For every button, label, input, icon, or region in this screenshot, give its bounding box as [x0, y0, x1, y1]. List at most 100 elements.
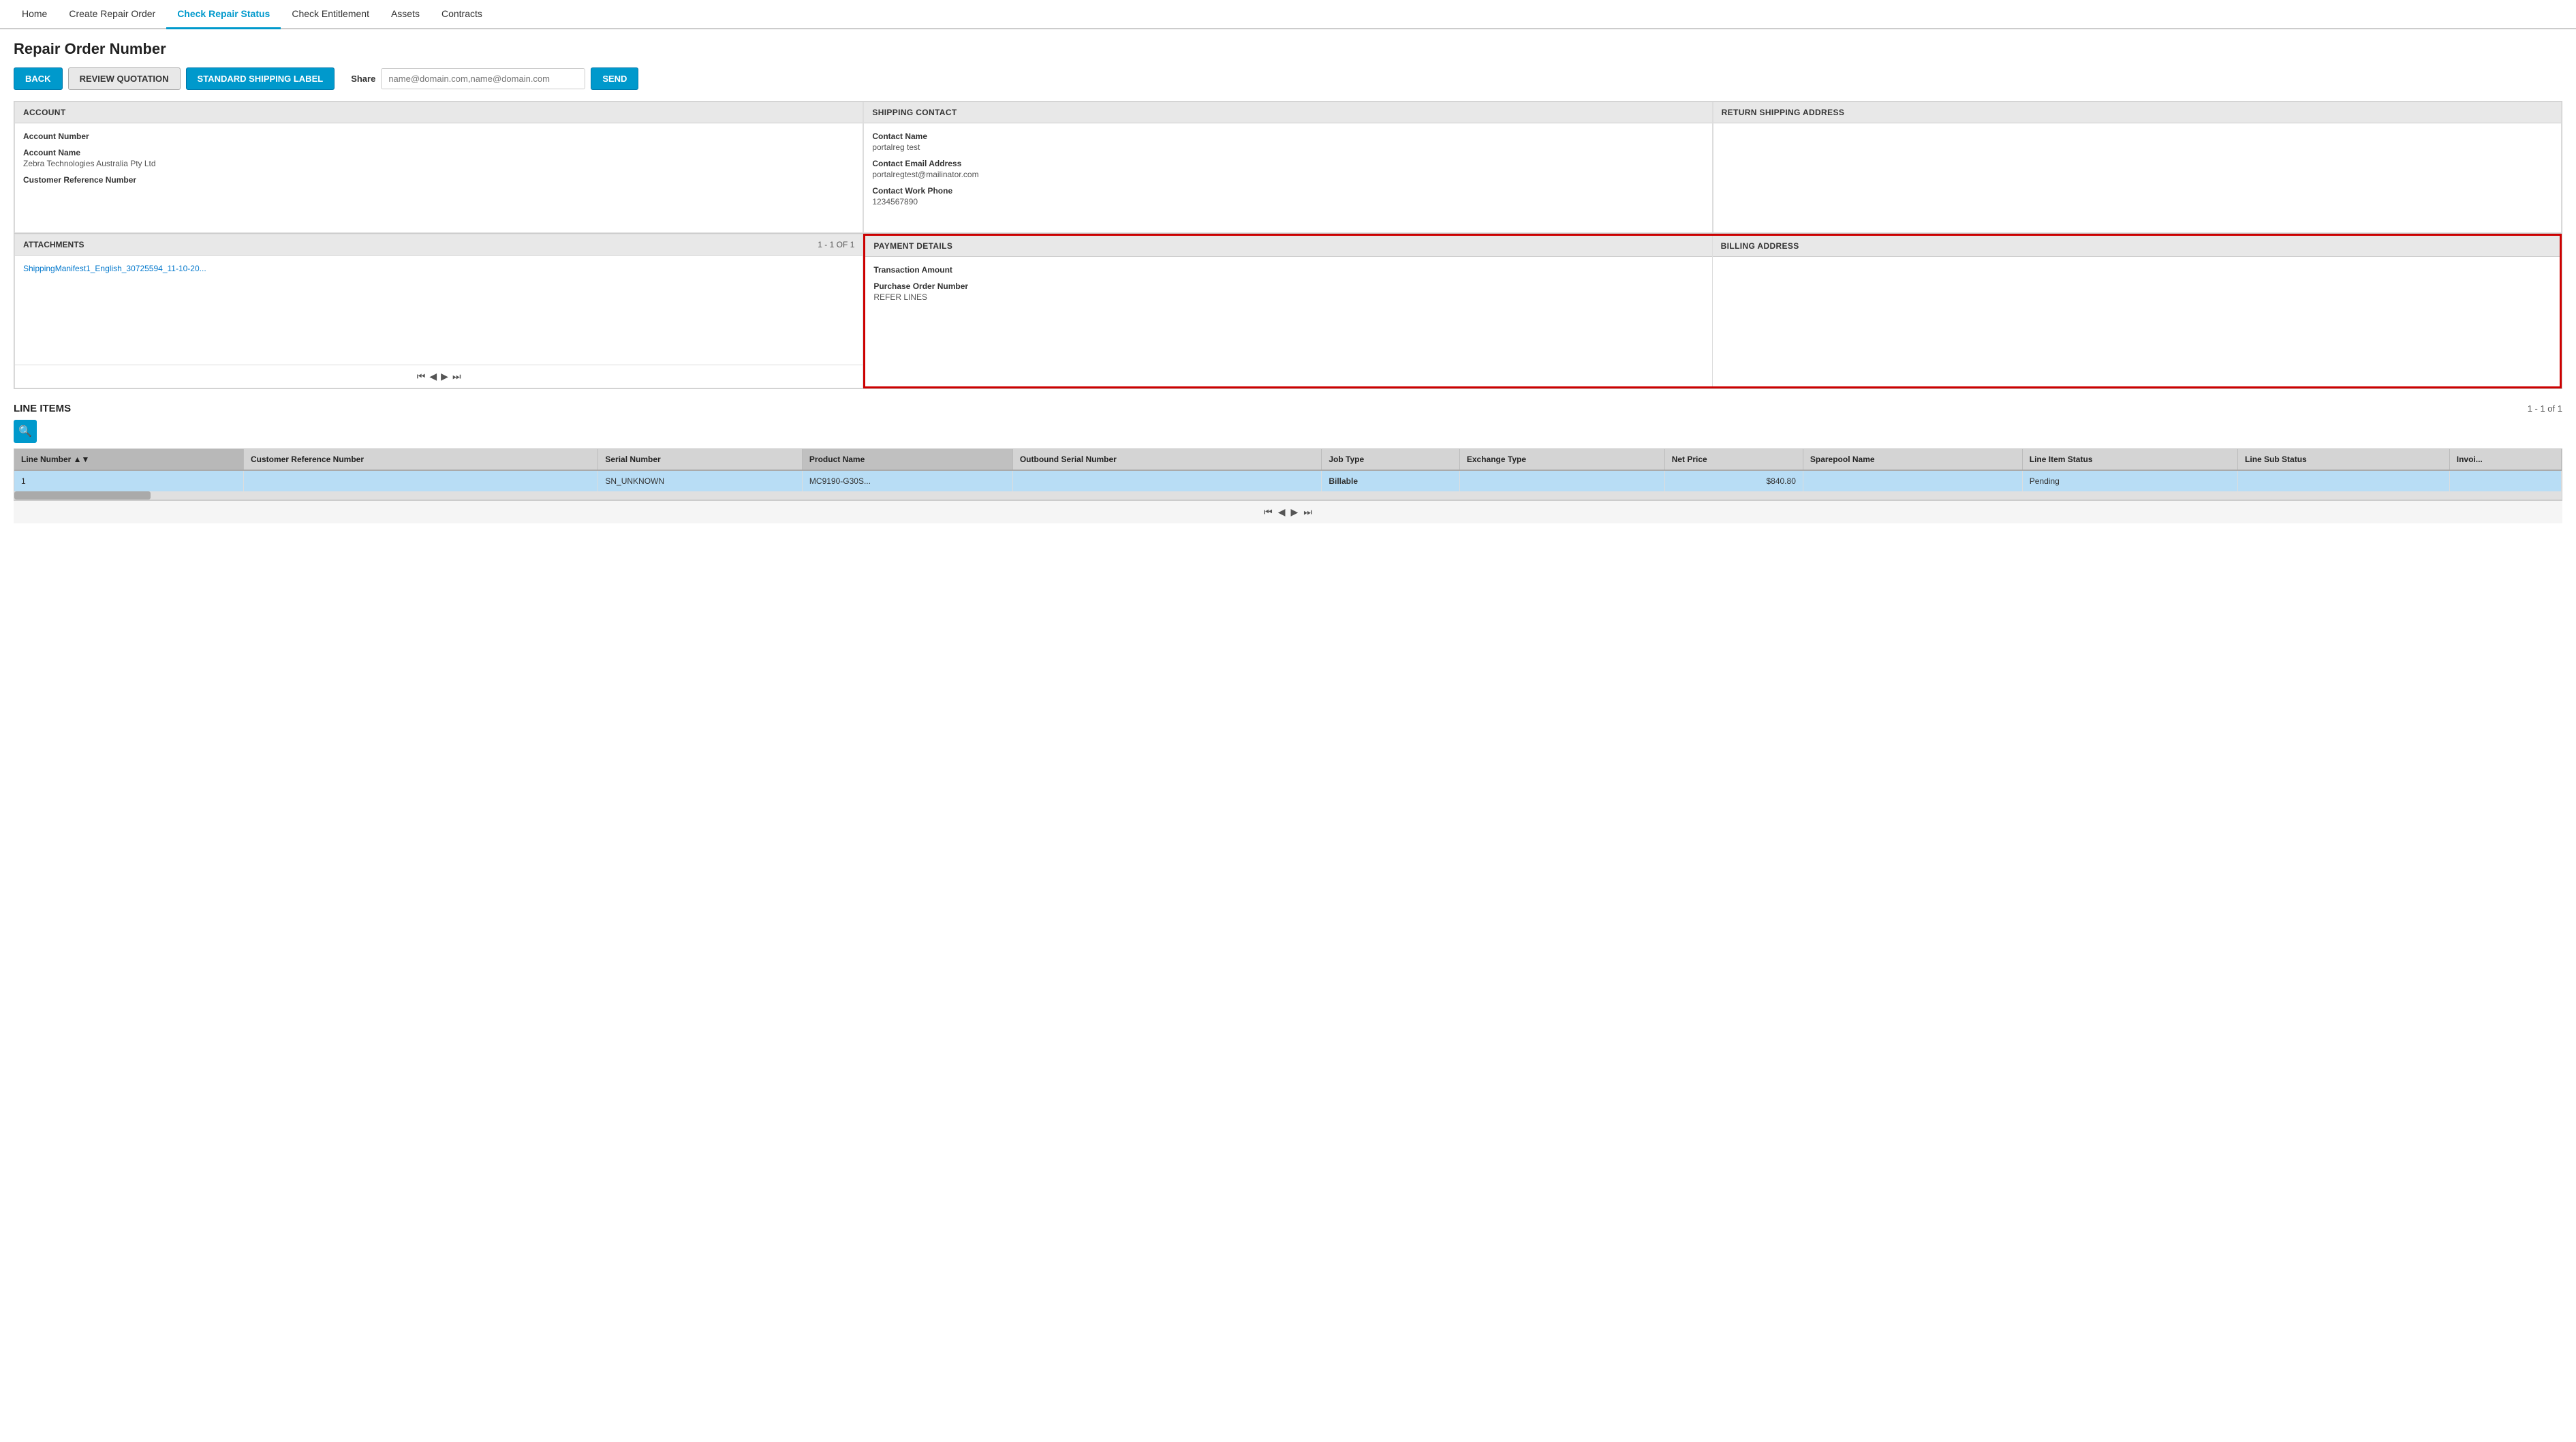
table-cell-invoice: [2449, 470, 2561, 492]
attach-first-btn[interactable]: ⏮: [417, 371, 426, 382]
return-shipping-body: [1713, 123, 2561, 232]
field-value: 1234567890: [872, 197, 1703, 206]
attachments-section: ATTACHMENTS 1 - 1 of 1 ShippingManifest1…: [14, 234, 863, 388]
attachments-title: ATTACHMENTS: [23, 240, 84, 249]
table-cell-line-sub-status: [2238, 470, 2450, 492]
attachments-header: ATTACHMENTS 1 - 1 of 1: [15, 234, 863, 256]
attach-next-btn[interactable]: ▶: [441, 371, 448, 382]
return-shipping-section: RETURN SHIPPING ADDRESS: [1713, 102, 2562, 233]
field-value: REFER LINES: [873, 292, 1703, 302]
column-header-net-price[interactable]: Net Price: [1664, 449, 1803, 470]
account-section: ACCOUNT Account Number Account Name Zebra …: [14, 102, 863, 233]
nav-item-create-repair[interactable]: Create Repair Order: [58, 0, 166, 29]
field-label: Account Name: [23, 148, 854, 157]
table-cell-outbound-serial: [1012, 470, 1322, 492]
payment-details-header: PAYMENT DETAILS: [865, 236, 1711, 257]
table-cell-exchange-type: [1459, 470, 1664, 492]
table-cell-serial-number: SN_UNKNOWN: [598, 470, 803, 492]
column-header-line-number[interactable]: Line Number ▲▼: [14, 449, 243, 470]
field-label: Contact Work Phone: [872, 186, 1703, 196]
line-items-section: LINE ITEMS 1 - 1 of 1 🔍 Line Number ▲▼Cu…: [14, 403, 2562, 523]
share-section: Share SEND: [351, 67, 638, 90]
table-prev-btn[interactable]: ◀: [1278, 506, 1286, 518]
column-header-line-sub-status[interactable]: Line Sub Status: [2238, 449, 2450, 470]
nav-item-contracts[interactable]: Contracts: [431, 0, 493, 29]
line-items-table: Line Number ▲▼Customer Reference NumberS…: [14, 449, 2562, 492]
review-quotation-button[interactable]: REVIEW QUOTATION: [68, 67, 181, 90]
line-items-header: LINE ITEMS 1 - 1 of 1: [14, 403, 2562, 414]
table-next-btn[interactable]: ▶: [1291, 506, 1299, 518]
back-button[interactable]: BACK: [14, 67, 63, 90]
nav-item-assets[interactable]: Assets: [380, 0, 431, 29]
field-label: Transaction Amount: [873, 265, 1703, 275]
page-title: Repair Order Number: [14, 40, 2562, 58]
column-header-customer-ref[interactable]: Customer Reference Number: [243, 449, 598, 470]
payment-details-section: PAYMENT DETAILS Transaction Amount Purcha…: [865, 236, 1712, 386]
return-shipping-header: RETURN SHIPPING ADDRESS: [1713, 102, 2561, 123]
table-pagination: ⏮ ◀ ▶ ⏭: [14, 500, 2562, 523]
attachments-count: 1 - 1 of 1: [818, 240, 854, 249]
column-header-exchange-type[interactable]: Exchange Type: [1459, 449, 1664, 470]
shipping-contact-section: SHIPPING CONTACT Contact Nameportalreg t…: [863, 102, 1712, 233]
table-cell-job-type: Billable: [1322, 470, 1460, 492]
table-cell-line-number: 1: [14, 470, 243, 492]
field-label: Contact Email Address: [872, 159, 1703, 168]
billing-address-header: BILLING ADDRESS: [1713, 236, 2560, 257]
attach-last-btn[interactable]: ⏭: [452, 371, 461, 382]
table-body: 1 SN_UNKNOWNMC9190-G30S... Billable $840.80…: [14, 470, 2562, 492]
account-header: ACCOUNT: [15, 102, 863, 123]
line-items-title: LINE ITEMS: [14, 403, 71, 414]
field-label: Contact Name: [872, 132, 1703, 141]
field-label: Account Number: [23, 132, 854, 141]
column-header-serial-number[interactable]: Serial Number: [598, 449, 803, 470]
account-body: Account Number Account Name Zebra Technolo…: [15, 123, 863, 232]
line-items-table-wrapper: Line Number ▲▼Customer Reference NumberS…: [14, 448, 2562, 500]
table-last-btn[interactable]: ⏭: [1303, 506, 1312, 518]
line-items-search-button[interactable]: 🔍: [14, 420, 37, 443]
navigation: HomeCreate Repair OrderCheck Repair Stat…: [0, 0, 2576, 29]
table-cell-product-name: MC9190-G30S...: [802, 470, 1012, 492]
table-cell-sparepool-name: [1803, 470, 2022, 492]
shipping-contact-header: SHIPPING CONTACT: [864, 102, 1711, 123]
bottom-sections: ATTACHMENTS 1 - 1 of 1 ShippingManifest1…: [14, 234, 2562, 389]
nav-item-check-repair[interactable]: Check Repair Status: [166, 0, 281, 29]
field-label: Customer Reference Number: [23, 175, 854, 185]
share-label: Share: [351, 74, 375, 84]
nav-item-home[interactable]: Home: [11, 0, 58, 29]
field-value: portalregtest@mailinator.com: [872, 170, 1703, 179]
payment-billing-highlighted: PAYMENT DETAILS Transaction Amount Purcha…: [863, 234, 2562, 388]
column-header-outbound-serial[interactable]: Outbound Serial Number: [1012, 449, 1322, 470]
payment-details-body: Transaction Amount Purchase Order NumberR…: [865, 257, 1711, 366]
table-header: Line Number ▲▼Customer Reference NumberS…: [14, 449, 2562, 470]
line-items-count: 1 - 1 of 1: [2528, 403, 2562, 414]
shipping-contact-body: Contact Nameportalreg test Contact Email …: [864, 123, 1711, 232]
billing-address-body: [1713, 257, 2560, 366]
table-first-btn[interactable]: ⏮: [1264, 506, 1273, 518]
attachment-link[interactable]: ShippingManifest1_English_30725594_11-10…: [23, 264, 854, 273]
column-header-product-name[interactable]: Product Name: [802, 449, 1012, 470]
attach-prev-btn[interactable]: ◀: [429, 371, 437, 382]
column-header-sparepool-name[interactable]: Sparepool Name: [1803, 449, 2022, 470]
table-cell-customer-ref: [243, 470, 598, 492]
table-cell-net-price: $840.80: [1664, 470, 1803, 492]
column-header-job-type[interactable]: Job Type: [1322, 449, 1460, 470]
search-icon: 🔍: [18, 425, 32, 438]
field-value: Zebra Technologies Australia Pty Ltd: [23, 159, 854, 168]
attachments-body: ShippingManifest1_English_30725594_11-10…: [15, 256, 863, 365]
share-input[interactable]: [381, 68, 585, 89]
table-cell-line-item-status: Pending: [2022, 470, 2237, 492]
nav-item-check-entitlement[interactable]: Check Entitlement: [281, 0, 380, 29]
field-value: portalreg test: [872, 142, 1703, 152]
field-label: Purchase Order Number: [873, 281, 1703, 291]
billing-address-section: BILLING ADDRESS: [1713, 236, 2560, 386]
attachments-pagination: ⏮ ◀ ▶ ⏭: [15, 365, 863, 388]
column-header-line-item-status[interactable]: Line Item Status: [2022, 449, 2237, 470]
column-header-invoice[interactable]: Invoi...: [2449, 449, 2561, 470]
toolbar: BACK REVIEW QUOTATION STANDARD SHIPPING …: [14, 67, 2562, 90]
top-sections: ACCOUNT Account Number Account Name Zebra …: [14, 101, 2562, 234]
standard-shipping-label-button[interactable]: STANDARD SHIPPING LABEL: [186, 67, 335, 90]
table-row[interactable]: 1 SN_UNKNOWNMC9190-G30S... Billable $840.80…: [14, 470, 2562, 492]
page-content: Repair Order Number BACK REVIEW QUOTATIO…: [0, 29, 2576, 534]
table-scrollbar[interactable]: [14, 491, 2562, 500]
send-button[interactable]: SEND: [591, 67, 638, 90]
